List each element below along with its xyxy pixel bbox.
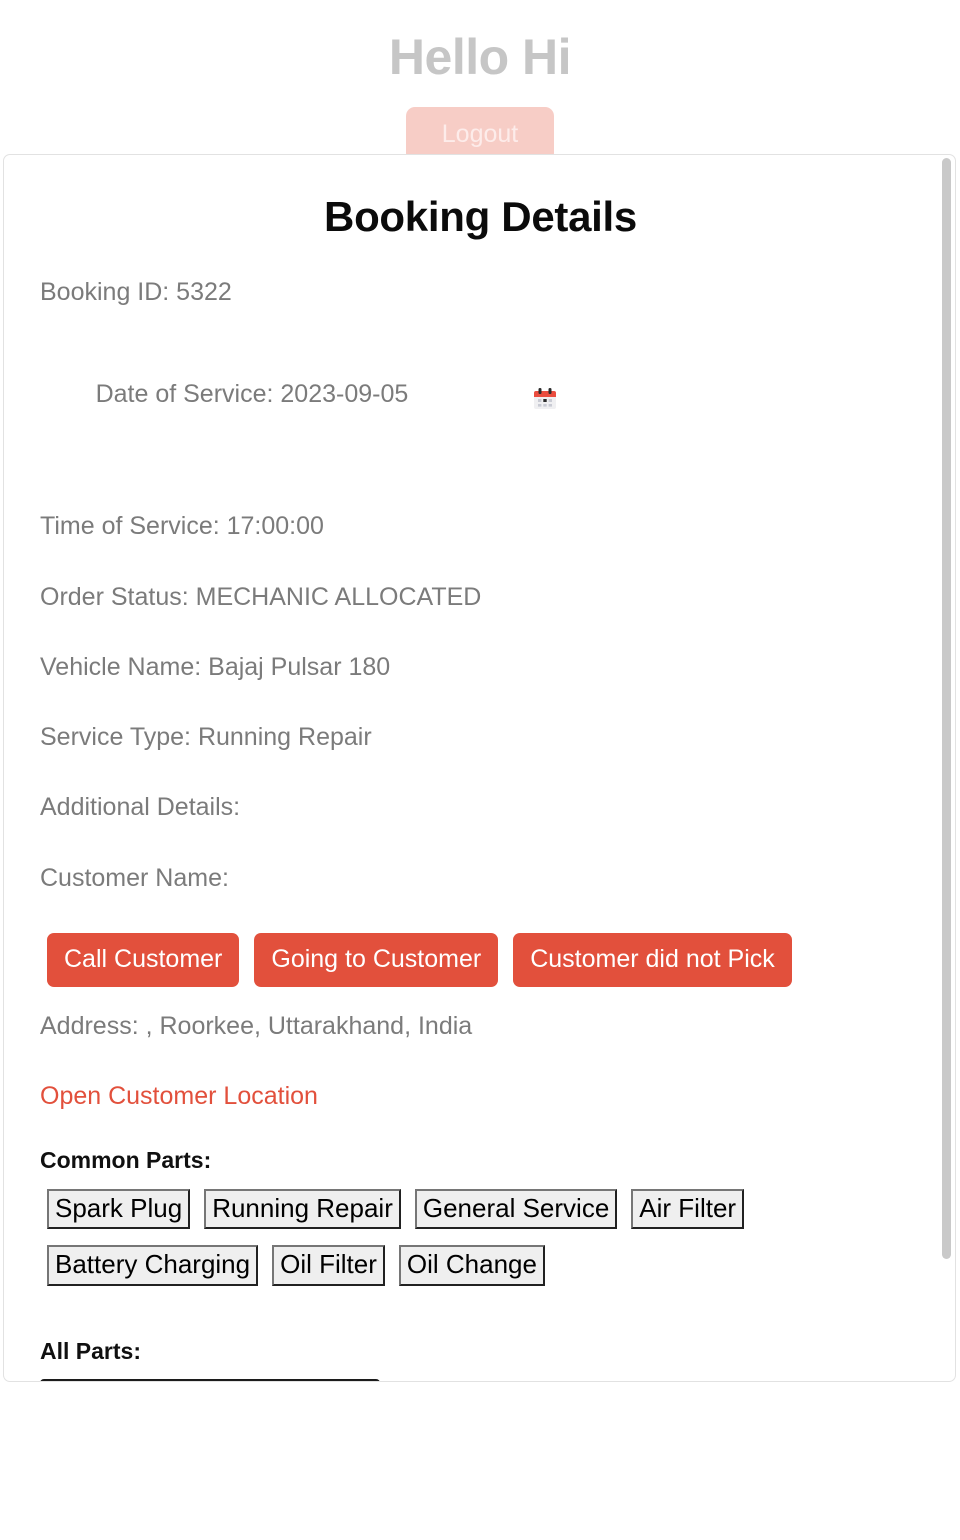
detail-service-type: Service Type: Running Repair (40, 723, 372, 751)
part-button-oil-change[interactable]: Oil Change (398, 1245, 545, 1286)
detail-vehicle-name: Vehicle Name: Bajaj Pulsar 180 (40, 652, 391, 681)
greeting-heading: Hello Hi (388, 29, 572, 85)
booking-details-modal: Booking Details Booking ID: 5322 Date of… (3, 154, 956, 1382)
call-customer-button[interactable]: Call Customer (47, 932, 240, 987)
detail-booking-id: Booking ID: 5322 (40, 278, 232, 306)
part-button-running-repair[interactable]: Running Repair (204, 1188, 401, 1230)
all-parts-label: All Parts: (40, 1337, 141, 1364)
calendar-icon (532, 334, 604, 464)
details-section: Booking ID: 5322 Date of Service: 2023-0… (4, 241, 955, 1381)
modal-content: Booking Details Booking ID: 5322 Date of… (4, 155, 955, 1381)
part-button-oil-filter[interactable]: Oil Filter (272, 1245, 385, 1286)
detail-date-text: Date of Service: 2023-09-05 (95, 379, 409, 408)
detail-order-status: Order Status: MECHANIC ALLOCATED (40, 582, 482, 611)
detail-time-of-service: Time of Service: 17:00:00 (40, 512, 324, 541)
part-button-battery-charging[interactable]: Battery Charging (47, 1245, 259, 1286)
common-parts-buttons: Spark Plug Running Repair General Servic… (47, 1188, 847, 1286)
modal-scrollbar-thumb[interactable] (942, 158, 951, 1259)
going-to-customer-button[interactable]: Going to Customer (254, 932, 499, 987)
page-title: Booking Details (324, 193, 637, 240)
address-text: Address: , Roorkee, Uttarakhand, India (40, 1011, 473, 1040)
detail-additional-details: Additional Details: (40, 793, 241, 822)
detail-date-of-service: Date of Service: 2023-09-05 (40, 347, 921, 472)
part-button-general-service[interactable]: General Service (414, 1188, 618, 1230)
modal-scrollbar-track[interactable] (941, 157, 953, 1379)
open-customer-location-link[interactable]: Open Customer Location (40, 1081, 318, 1112)
part-button-spark-plug[interactable]: Spark Plug (47, 1188, 191, 1230)
all-parts-select[interactable]: Select a part (40, 1379, 380, 1381)
customer-did-not-pick-button[interactable]: Customer did not Pick (513, 932, 792, 987)
customer-action-buttons: Call Customer Going to Customer Customer… (47, 932, 921, 987)
common-parts-label: Common Parts: (40, 1147, 212, 1174)
part-button-air-filter[interactable]: Air Filter (631, 1188, 745, 1230)
detail-customer-name: Customer Name: (40, 863, 229, 892)
